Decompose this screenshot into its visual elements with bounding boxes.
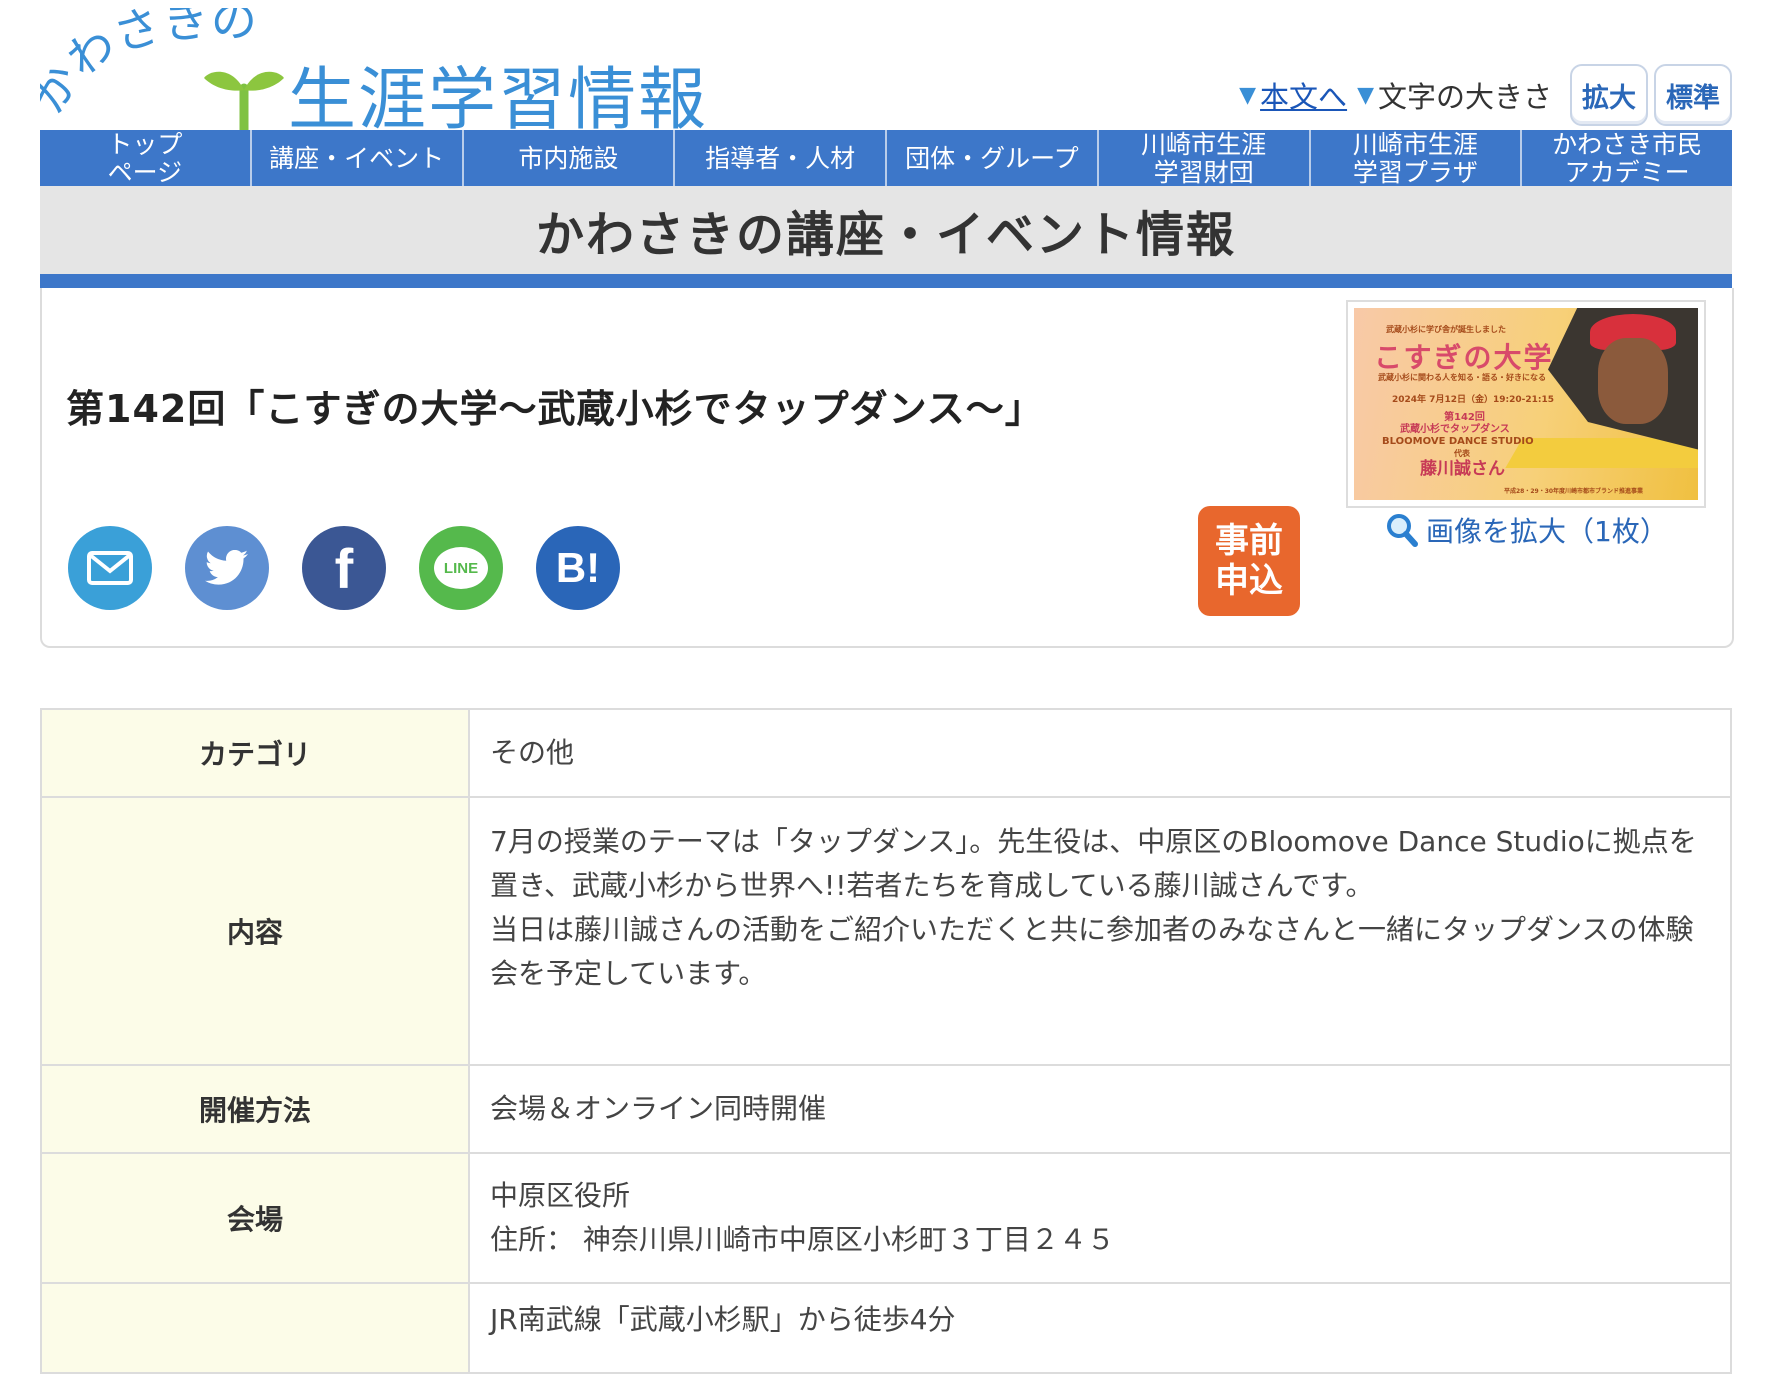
text-size-label: 文字の大きさ	[1377, 80, 1552, 114]
row-label-category: カテゴリ	[40, 708, 470, 798]
table-row: JR南武線「武蔵小杉駅」から徒歩4分	[40, 1282, 1732, 1374]
twitter-icon	[205, 550, 248, 585]
enlarge-image-link[interactable]: 画像を拡大（1枚）	[1386, 510, 1668, 550]
table-row: 開催方法 会場＆オンライン同時開催	[40, 1064, 1732, 1154]
page-title: かわさきの講座・イベント情報	[40, 186, 1732, 274]
event-panel: 第142回「こすぎの大学～武蔵小杉でタップダンス～」 f LINE B! 事前 …	[40, 288, 1734, 648]
pre-registration-badge: 事前 申込	[1198, 506, 1300, 616]
event-title: 第142回「こすぎの大学～武蔵小杉でタップダンス～」	[66, 387, 1044, 431]
event-poster-image: 武蔵小杉に学び舎が誕生しました こすぎの大学 武蔵小杉に関わる人を知る・語る・好…	[1354, 308, 1698, 500]
nav-item-top[interactable]: トップ ページ	[40, 130, 252, 186]
mail-share-button[interactable]	[68, 526, 152, 610]
row-value-access: JR南武線「武蔵小杉駅」から徒歩4分	[468, 1282, 1732, 1374]
text-enlarge-button[interactable]: 拡大	[1570, 64, 1648, 126]
mail-icon	[87, 551, 133, 585]
facebook-share-button[interactable]: f	[302, 526, 386, 610]
nav-item-plaza[interactable]: 川崎市生涯 学習プラザ	[1311, 130, 1523, 186]
site-logo[interactable]: かわさきの 生涯学習情報	[40, 8, 706, 136]
nav-item-courses-events[interactable]: 講座・イベント	[252, 130, 464, 186]
row-label-content: 内容	[40, 796, 470, 1066]
line-icon: LINE	[434, 547, 488, 589]
table-row: カテゴリ その他	[40, 708, 1732, 798]
table-row: 内容 7月の授業のテーマは「タップダンス」。先生役は、中原区のBloomove …	[40, 796, 1732, 1066]
twitter-share-button[interactable]	[185, 526, 269, 610]
nav-item-facilities[interactable]: 市内施設	[464, 130, 676, 186]
skip-to-content-link[interactable]: 本文へ	[1260, 74, 1347, 116]
hatena-bookmark-icon: B!	[555, 544, 601, 591]
row-value-method: 会場＆オンライン同時開催	[468, 1064, 1732, 1154]
title-underline	[40, 274, 1732, 288]
nav-item-instructors[interactable]: 指導者・人材	[675, 130, 887, 186]
text-standard-button[interactable]: 標準	[1654, 64, 1732, 126]
row-label-access	[40, 1282, 470, 1374]
nav-item-groups[interactable]: 団体・グループ	[887, 130, 1099, 186]
triangle-down-icon: ▼	[1239, 82, 1257, 108]
magnifier-icon	[1387, 514, 1418, 547]
share-buttons: f LINE B!	[68, 526, 653, 610]
enlarge-image-label: 画像を拡大（1枚）	[1426, 515, 1668, 548]
hatena-share-button[interactable]: B!	[536, 526, 620, 610]
table-row: 会場 中原区役所 住所： 神奈川県川崎市中原区小杉町３丁目２４５	[40, 1152, 1732, 1284]
row-label-venue: 会場	[40, 1152, 470, 1284]
line-share-button[interactable]: LINE	[419, 526, 503, 610]
global-nav: トップ ページ 講座・イベント 市内施設 指導者・人材 団体・グループ 川崎市生…	[40, 130, 1732, 186]
row-value-content: 7月の授業のテーマは「タップダンス」。先生役は、中原区のBloomove Dan…	[468, 796, 1732, 1066]
facebook-icon: f	[334, 536, 354, 600]
nav-item-foundation[interactable]: 川崎市生涯 学習財団	[1099, 130, 1311, 186]
triangle-down-icon: ▼	[1357, 82, 1374, 108]
event-poster-thumbnail[interactable]: 武蔵小杉に学び舎が誕生しました こすぎの大学 武蔵小杉に関わる人を知る・語る・好…	[1346, 300, 1706, 508]
row-label-method: 開催方法	[40, 1064, 470, 1154]
row-value-venue: 中原区役所 住所： 神奈川県川崎市中原区小杉町３丁目２４５	[468, 1152, 1732, 1284]
nav-item-academy[interactable]: かわさき市民 アカデミー	[1522, 130, 1732, 187]
event-info-table: カテゴリ その他 内容 7月の授業のテーマは「タップダンス」。先生役は、中原区の…	[40, 708, 1732, 1374]
row-value-category: その他	[468, 708, 1732, 798]
accessibility-tools: ▼ 本文へ ▼ 文字の大きさ 拡大 標準	[1239, 64, 1732, 126]
logo-title: 生涯学習情報	[288, 61, 709, 140]
sprout-icon	[204, 71, 284, 134]
